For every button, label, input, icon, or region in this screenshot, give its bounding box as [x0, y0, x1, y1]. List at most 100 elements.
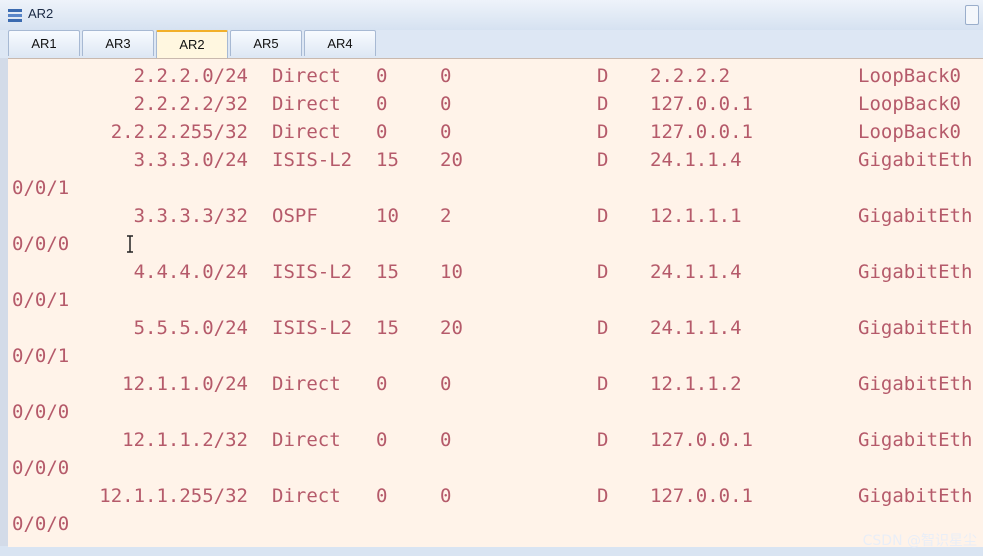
route-interface-suffix: 0/0/1	[12, 289, 70, 311]
route-entry: 3.3.3.3/32 OSPF 10 2 D 12.1.1.1 GigabitEth	[8, 202, 983, 230]
route-flags: D	[597, 65, 609, 87]
tab-ar2[interactable]: AR2	[156, 30, 228, 58]
route-entry: 4.4.4.0/24 ISIS-L2 15 10 D 24.1.1.4 GigabitEth	[8, 258, 983, 286]
window-control-button[interactable]	[965, 5, 979, 25]
route-preference: 10	[376, 205, 399, 227]
route-preference: 15	[376, 149, 399, 171]
route-interface-suffix: 0/0/0	[12, 457, 70, 479]
route-entry: 5.5.5.0/24 ISIS-L2 15 20 D 24.1.1.4 GigabitEth	[8, 314, 983, 342]
route-protocol: OSPF	[272, 205, 318, 227]
route-destination: 2.2.2.2/32	[133, 93, 248, 115]
route-entry: 3.3.3.0/24 ISIS-L2 15 20 D 24.1.1.4 GigabitEth	[8, 146, 983, 174]
route-flags: D	[597, 93, 609, 115]
route-interface-suffix: 0/0/1	[12, 345, 70, 367]
route-flags: D	[597, 373, 609, 395]
device-tab-bar: AR1 AR3 AR2 AR5 AR4	[0, 30, 983, 58]
route-flags: D	[597, 317, 609, 339]
route-interface-continuation: 0/0/0	[8, 398, 983, 426]
route-preference: 0	[376, 65, 388, 87]
route-interface-continuation: 0/0/0	[8, 230, 983, 258]
route-cost: 0	[440, 65, 452, 87]
route-cost: 0	[440, 429, 452, 451]
route-protocol: Direct	[272, 65, 341, 87]
router-app-icon	[8, 9, 22, 22]
route-interface: GigabitEth	[858, 485, 973, 507]
route-preference: 0	[376, 429, 388, 451]
route-nexthop: 127.0.0.1	[650, 485, 753, 507]
route-interface: GigabitEth	[858, 429, 973, 451]
route-interface-suffix: 0/0/0	[12, 401, 70, 423]
route-interface-suffix: 0/0/1	[12, 177, 70, 199]
route-destination: 2.2.2.0/24	[133, 65, 248, 87]
route-preference: 0	[376, 93, 388, 115]
route-entry: 12.1.1.255/32 Direct 0 0 D 127.0.0.1 GigabitEt…	[8, 482, 983, 510]
route-cost: 10	[440, 261, 463, 283]
route-destination: 3.3.3.3/32	[133, 205, 248, 227]
route-protocol: Direct	[272, 373, 341, 395]
route-nexthop: 24.1.1.4	[650, 149, 742, 171]
route-destination: 12.1.1.0/24	[122, 373, 248, 395]
route-interface-continuation: 0/0/0	[8, 454, 983, 482]
route-preference: 15	[376, 261, 399, 283]
route-cost: 20	[440, 149, 463, 171]
terminal-console[interactable]: 2.2.2.0/24 Direct 0 0 D 2.2.2.2 LoopBack0 2.2.2…	[8, 58, 983, 547]
route-interface: GigabitEth	[858, 149, 973, 171]
route-cost: 0	[440, 373, 452, 395]
route-interface: GigabitEth	[858, 317, 973, 339]
route-cost: 20	[440, 317, 463, 339]
route-cost: 0	[440, 485, 452, 507]
route-destination: 5.5.5.0/24	[133, 317, 248, 339]
route-flags: D	[597, 429, 609, 451]
window-title: AR2	[28, 6, 54, 21]
route-flags: D	[597, 205, 609, 227]
route-protocol: Direct	[272, 121, 341, 143]
route-flags: D	[597, 261, 609, 283]
route-nexthop: 127.0.0.1	[650, 121, 753, 143]
route-entry: 2.2.2.255/32 Direct 0 0 D 127.0.0.1 LoopBack0	[8, 118, 983, 146]
route-interface: GigabitEth	[858, 261, 973, 283]
route-cost: 0	[440, 121, 452, 143]
route-preference: 0	[376, 121, 388, 143]
route-preference: 0	[376, 485, 388, 507]
route-entry: 12.1.1.0/24 Direct 0 0 D 12.1.1.2 GigabitEth	[8, 370, 983, 398]
route-destination: 3.3.3.0/24	[133, 149, 248, 171]
route-destination: 12.1.1.2/32	[122, 429, 248, 451]
route-flags: D	[597, 121, 609, 143]
route-destination: 4.4.4.0/24	[133, 261, 248, 283]
route-interface: LoopBack0	[858, 93, 961, 115]
route-interface-suffix: 0/0/0	[12, 513, 70, 535]
route-interface: LoopBack0	[858, 121, 961, 143]
text-cursor-icon	[127, 235, 133, 253]
route-flags: D	[597, 485, 609, 507]
route-protocol: Direct	[272, 429, 341, 451]
route-destination: 12.1.1.255/32	[99, 485, 248, 507]
route-preference: 0	[376, 373, 388, 395]
route-nexthop: 24.1.1.4	[650, 261, 742, 283]
route-protocol: ISIS-L2	[272, 261, 353, 283]
route-nexthop: 127.0.0.1	[650, 429, 753, 451]
route-nexthop: 12.1.1.1	[650, 205, 742, 227]
route-cost: 0	[440, 93, 452, 115]
route-interface-continuation: 0/0/1	[8, 286, 983, 314]
tab-ar5[interactable]: AR5	[230, 30, 302, 56]
route-interface: GigabitEth	[858, 373, 973, 395]
route-interface-suffix: 0/0/0	[12, 233, 70, 255]
route-interface: GigabitEth	[858, 205, 973, 227]
watermark: CSDN @智识星尘	[862, 533, 977, 549]
route-protocol: Direct	[272, 93, 341, 115]
route-preference: 15	[376, 317, 399, 339]
route-flags: D	[597, 149, 609, 171]
window-left-edge	[0, 58, 8, 546]
route-protocol: ISIS-L2	[272, 317, 353, 339]
window-titlebar: AR2	[0, 0, 983, 31]
tab-ar4[interactable]: AR4	[304, 30, 376, 56]
tab-ar3[interactable]: AR3	[82, 30, 154, 56]
route-interface-continuation: 0/0/0	[8, 510, 983, 538]
route-entry: 2.2.2.2/32 Direct 0 0 D 127.0.0.1 LoopBack0	[8, 90, 983, 118]
route-interface-continuation: 0/0/1	[8, 174, 983, 202]
route-cost: 2	[440, 205, 452, 227]
route-protocol: ISIS-L2	[272, 149, 353, 171]
route-nexthop: 2.2.2.2	[650, 65, 731, 87]
route-destination: 2.2.2.255/32	[110, 121, 248, 143]
tab-ar1[interactable]: AR1	[8, 30, 80, 56]
